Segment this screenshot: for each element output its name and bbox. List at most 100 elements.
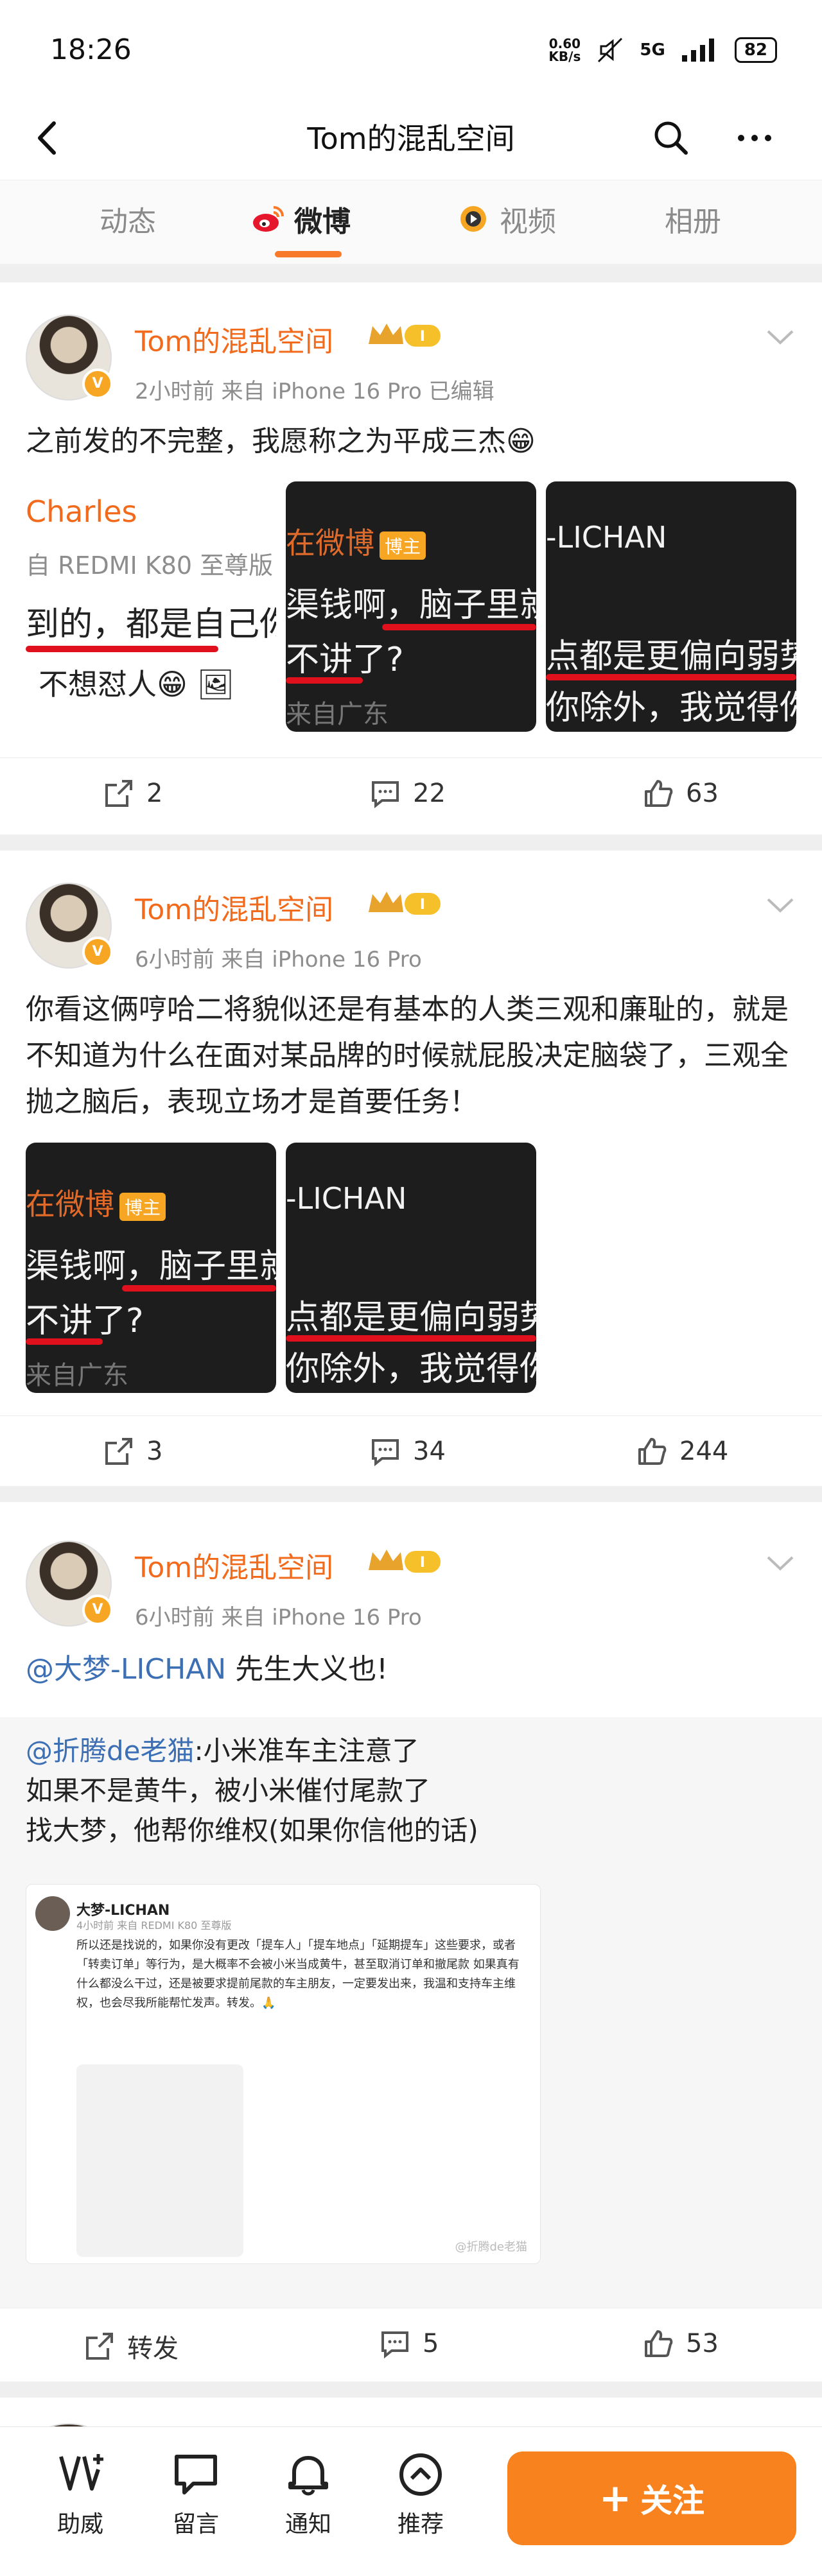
repost-button[interactable]: 转发	[83, 2328, 179, 2365]
post-meta: 6小时前 来自 iPhone 16 Pro	[135, 947, 422, 972]
screenshot-body: 所以还是找说的，如果你没有更改「提车人」「提车地点」「延期提车」这些要求，或者「…	[76, 1939, 520, 2010]
tab-label: 相册	[665, 205, 721, 238]
red-underline	[122, 1285, 276, 1292]
post-card[interactable]: V Tom的混乱空间 I 6小时前 来自 iPhone 16 Pro 你看这俩哼…	[0, 851, 822, 1486]
comment-button[interactable]: 22	[369, 777, 446, 809]
profile-tabs: 动态 微博 视频 相册	[0, 180, 822, 264]
mention-link[interactable]: @大梦-LICHAN	[26, 1653, 226, 1686]
image-text: 在微博 博主	[26, 1181, 166, 1223]
image-text: 渠钱啊，脑子里就	[286, 586, 536, 625]
post-image[interactable]: 在微博 博主 渠钱啊，脑子里就 不讲了? 来自广东	[26, 1143, 276, 1393]
thumbs-up-icon	[645, 2330, 673, 2357]
tab-video[interactable]: 视频	[456, 198, 556, 239]
like-count: 53	[686, 2329, 719, 2358]
like-button[interactable]: 244	[636, 1435, 728, 1467]
vip-crown-icon: I	[369, 1550, 441, 1573]
image-text: 到的，都是自己你	[26, 605, 276, 644]
image-text: Charles	[26, 494, 137, 529]
like-count: 244	[679, 1437, 729, 1466]
repost-button[interactable]: 2	[103, 777, 162, 809]
like-count: 63	[686, 779, 719, 808]
bell-icon	[288, 2456, 328, 2496]
repost-icon	[105, 1438, 132, 1465]
mute-icon	[598, 37, 623, 63]
vip-crown-icon: I	[369, 892, 441, 915]
tab-label: 微博	[294, 205, 351, 238]
verified-badge: V	[82, 368, 113, 399]
post-actions: 3 34 244	[0, 1415, 822, 1487]
status-time: 18:26	[50, 33, 132, 66]
battery: 82	[734, 37, 777, 63]
post-card[interactable]: V Tom的混乱空间 I 6小时前 来自 iPhone 16 Pro @大梦-L…	[0, 1502, 822, 2382]
like-button[interactable]: 53	[642, 2328, 719, 2360]
status-bar: 18:26 0.60 KB/s 5G 82	[0, 0, 822, 96]
net-speed-value: 0.60	[548, 36, 581, 51]
net-speed-unit: KB/s	[548, 49, 581, 64]
cheer-label: 助威	[57, 2511, 103, 2537]
nav-bar: Tom的混乱空间	[0, 96, 822, 180]
recommend-label: 推荐	[397, 2511, 444, 2537]
post-meta: 2小时前 来自 iPhone 16 Pro 已编辑	[135, 379, 494, 404]
post-text: 你看这俩哼哈二将貌似还是有基本的人类三观和廉耻的，就是不知道为什么在面对某品牌的…	[26, 993, 789, 1118]
image-text: 不讲了?	[26, 1302, 144, 1340]
weibo-icon	[253, 206, 284, 232]
author-name[interactable]: Tom的混乱空间	[135, 886, 333, 928]
comment-button[interactable]: 5	[379, 2328, 439, 2360]
screenshot-image[interactable]: 大梦-LICHAN 4小时前 来自 REDMI K80 至尊版 所以还是找说的，…	[26, 1884, 541, 2264]
avatar	[35, 1896, 70, 1931]
author-name[interactable]: Tom的混乱空间	[135, 318, 333, 359]
message-label: 留言	[172, 2511, 219, 2537]
vip-level: I	[420, 897, 425, 913]
video-icon	[460, 206, 486, 232]
message-button[interactable]: 留言	[154, 2450, 238, 2539]
status-indicators: 0.60 KB/s 5G 82	[548, 36, 777, 64]
cheer-icon	[59, 2454, 103, 2491]
recommend-icon	[399, 2453, 442, 2496]
comment-button[interactable]: 34	[369, 1435, 446, 1467]
repost-count: 2	[146, 779, 163, 808]
red-underline	[546, 674, 796, 680]
network-type: 5G	[640, 40, 665, 60]
chevron-down-icon[interactable]	[764, 327, 796, 347]
image-text: 你除外，我觉得你	[546, 689, 796, 727]
image-text: 自 REDMI K80 至尊版	[26, 551, 274, 580]
mention-link[interactable]: @折腾de老猫	[26, 1735, 195, 1767]
recommend-button[interactable]: 推荐	[379, 2450, 462, 2539]
author-name[interactable]: Tom的混乱空间	[135, 1544, 333, 1586]
chevron-down-icon[interactable]	[764, 1553, 796, 1573]
notify-button[interactable]: 通知	[267, 2450, 350, 2539]
tab-weibo[interactable]: 微博	[250, 198, 351, 239]
cheer-button[interactable]: 助威	[39, 2450, 122, 2539]
chevron-down-icon[interactable]	[764, 895, 796, 915]
image-text: 渠钱啊，脑子里就	[26, 1247, 276, 1286]
tab-label: 动态	[100, 205, 156, 238]
repost-icon	[86, 2333, 113, 2360]
post-actions: 转发 5 53	[0, 2308, 822, 2379]
reposted-content[interactable]: @折腾de老猫:小米准车主注意了 如果不是黄牛，被小米催付尾款了 找大梦，他帮你…	[0, 1717, 822, 2308]
tab-dynamics[interactable]: 动态	[100, 198, 156, 239]
post-image[interactable]: 在微博 博主 渠钱啊，脑子里就 不讲了? 来自广东	[286, 481, 536, 732]
watermark: @折腾de老猫	[455, 2240, 528, 2254]
post-card[interactable]: V Tom的混乱空间 I 2小时前 来自 iPhone 16 Pro 已编辑 之…	[0, 282, 822, 834]
comment-icon	[372, 1439, 399, 1467]
red-underline	[382, 624, 536, 630]
repost-label: 转发	[127, 2334, 179, 2364]
like-button[interactable]: 63	[642, 777, 719, 809]
post-image[interactable]: Charles 自 REDMI K80 至尊版 到的，都是自己你 不想怼人😁 🖼	[26, 481, 276, 732]
blogger-badge: 博主	[380, 531, 426, 560]
verified-badge: V	[82, 937, 113, 967]
vip-level: I	[420, 329, 425, 345]
comment-count: 22	[413, 779, 446, 808]
post-image[interactable]: -LICHAN 点都是更偏向弱势 你除外，我觉得你	[286, 1143, 536, 1393]
tab-album[interactable]: 相册	[665, 198, 721, 239]
post-image[interactable]: -LICHAN 点都是更偏向弱势 你除外，我觉得你	[546, 481, 796, 732]
follow-button[interactable]: + 关注	[507, 2451, 796, 2545]
repost-text: 如果不是黄牛，被小米催付尾款了	[26, 1775, 431, 1806]
image-text: -LICHAN	[546, 520, 667, 555]
repost-button[interactable]: 3	[103, 1435, 162, 1467]
image-text: 点都是更偏向弱势	[286, 1299, 536, 1337]
more-icon[interactable]	[732, 116, 777, 160]
post-meta: 6小时前 来自 iPhone 16 Pro	[135, 1605, 422, 1630]
search-icon[interactable]	[649, 116, 694, 160]
message-icon	[175, 2455, 217, 2494]
